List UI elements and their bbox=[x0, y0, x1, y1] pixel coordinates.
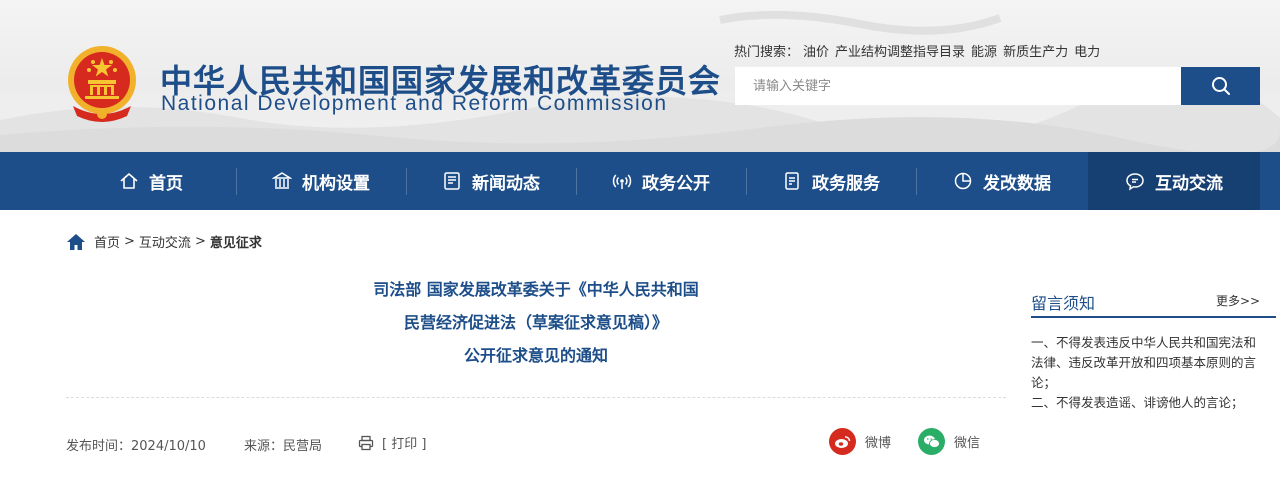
nav-item-government-affairs[interactable]: 政务公开 bbox=[576, 152, 746, 210]
breadcrumb-separator: > bbox=[124, 234, 135, 249]
nav-label: 政务服务 bbox=[812, 173, 880, 194]
search-button[interactable] bbox=[1181, 67, 1260, 105]
nav-item-organization[interactable]: 机构设置 bbox=[236, 152, 406, 210]
nav-item-data[interactable]: 发改数据 bbox=[916, 152, 1088, 210]
chat-icon bbox=[1126, 173, 1144, 191]
publish-time-label: 发布时间： bbox=[66, 439, 132, 454]
nav-item-government-services[interactable]: 政务服务 bbox=[746, 152, 916, 210]
newspaper-icon bbox=[444, 172, 460, 190]
breadcrumb-current[interactable]: 意见征求 bbox=[210, 232, 262, 251]
breadcrumb: 首页 > 互动交流 > 意见征求 bbox=[66, 232, 262, 251]
note-item: 二、不得发表造谣、诽谤他人的言论； bbox=[1031, 395, 1244, 410]
source-value: 民营局 bbox=[283, 439, 323, 454]
article-source: 来源：民营局 bbox=[244, 435, 322, 454]
sidebar-underline bbox=[1031, 316, 1276, 318]
weibo-icon bbox=[829, 428, 856, 455]
nav-label: 新闻动态 bbox=[472, 173, 540, 194]
share-label: 微信 bbox=[954, 436, 981, 451]
publish-date: 2024/10/10 bbox=[131, 439, 206, 454]
home-icon bbox=[120, 173, 138, 189]
hot-keyword[interactable]: 能源 bbox=[971, 45, 997, 60]
print-button[interactable]: [ 打印 ] bbox=[358, 433, 426, 452]
note-item: 一、不得发表违反中华人民共和国宪法和法律、违反改革开放和四项基本原则的言论； bbox=[1031, 335, 1257, 390]
broadcast-icon bbox=[612, 174, 632, 189]
breadcrumb-interaction[interactable]: 互动交流 bbox=[139, 232, 191, 251]
hot-keyword[interactable]: 油价 bbox=[803, 45, 829, 60]
hot-search: 热门搜索： 油价 产业结构调整指导目录 能源 新质生产力 电力 bbox=[734, 41, 1106, 60]
sidebar-notes: 一、不得发表违反中华人民共和国宪法和法律、违反改革开放和四项基本原则的言论； 二… bbox=[1031, 333, 1263, 413]
hot-keyword[interactable]: 产业结构调整指导目录 bbox=[835, 45, 965, 60]
share-wechat[interactable]: 微信 bbox=[918, 428, 980, 455]
home-icon[interactable] bbox=[66, 233, 86, 251]
wechat-icon bbox=[918, 428, 945, 455]
nav-label: 发改数据 bbox=[983, 173, 1051, 194]
building-icon bbox=[272, 172, 292, 189]
print-label: [ 打印 ] bbox=[382, 437, 427, 452]
search-icon bbox=[1211, 77, 1230, 95]
more-link[interactable]: 更多>> bbox=[1216, 292, 1260, 309]
breadcrumb-home[interactable]: 首页 bbox=[94, 232, 120, 251]
publish-time: 发布时间：2024/10/10 bbox=[66, 435, 206, 454]
pie-chart-icon bbox=[954, 172, 972, 190]
search-input[interactable] bbox=[735, 67, 1181, 105]
breadcrumb-separator: > bbox=[194, 234, 206, 249]
nav-label: 首页 bbox=[149, 173, 183, 194]
hot-search-label: 热门搜索： bbox=[734, 45, 800, 60]
nav-item-home[interactable]: 首页 bbox=[66, 152, 236, 210]
nav-item-news[interactable]: 新闻动态 bbox=[406, 152, 576, 210]
nav-label: 政务公开 bbox=[642, 173, 710, 194]
site-header: 中华人民共和国国家发展和改革委员会 National Development a… bbox=[0, 0, 1280, 152]
article-title-line: 司法部 国家发展改革委关于《中华人民共和国 bbox=[373, 280, 699, 299]
article-divider bbox=[66, 397, 1006, 398]
nav-label: 机构设置 bbox=[302, 173, 370, 194]
main-nav: 首页 机构设置 新闻动态 政务公开 政务服务 发改数据 互动交流 bbox=[0, 152, 1280, 210]
share-label: 微博 bbox=[865, 436, 892, 451]
hot-keyword[interactable]: 新质生产力 bbox=[1003, 45, 1068, 60]
source-label: 来源： bbox=[244, 439, 284, 454]
article-title-line: 民营经济促进法（草案征求意见稿）》 bbox=[403, 313, 668, 332]
hot-keyword[interactable]: 电力 bbox=[1074, 45, 1100, 60]
printer-icon bbox=[358, 435, 374, 450]
nav-label: 互动交流 bbox=[1155, 173, 1223, 194]
article-title-line: 公开征求意见的通知 bbox=[463, 346, 608, 365]
document-icon bbox=[785, 172, 799, 190]
site-title-en[interactable]: National Development and Reform Commissi… bbox=[161, 92, 668, 116]
sidebar-title: 留言须知 bbox=[1031, 294, 1096, 313]
nav-item-interaction[interactable]: 互动交流 bbox=[1088, 152, 1260, 210]
share-weibo[interactable]: 微博 bbox=[829, 428, 891, 455]
national-emblem-logo bbox=[68, 46, 136, 122]
